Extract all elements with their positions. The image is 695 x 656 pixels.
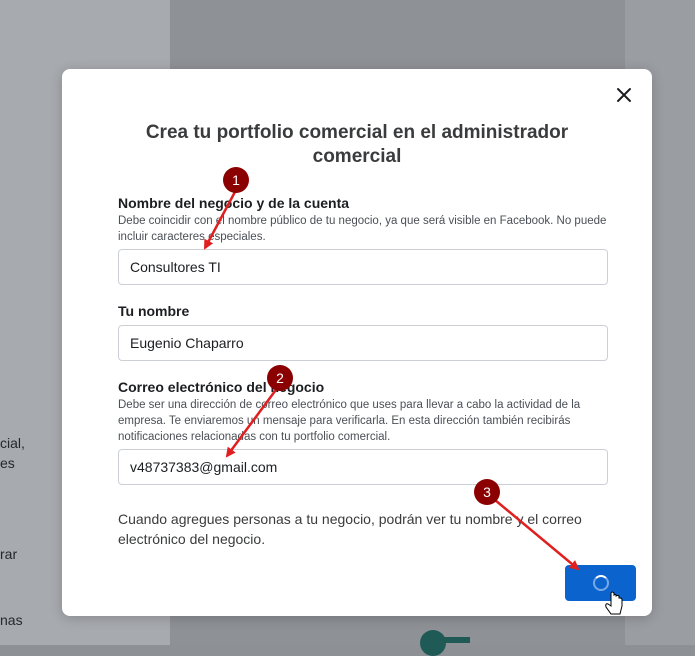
submit-button[interactable] — [565, 565, 636, 601]
email-input[interactable]: v48737383@gmail.com — [118, 449, 608, 485]
loading-spinner-icon — [593, 575, 609, 591]
business-name-help: Debe coincidir con el nombre público de … — [118, 215, 607, 243]
email-help: Debe ser una dirección de correo electró… — [118, 399, 581, 443]
business-name-input[interactable]: Consultores TI — [118, 249, 608, 285]
your-name-input[interactable]: Eugenio Chaparro — [118, 325, 608, 361]
background-text: nas — [0, 612, 23, 628]
background-text: rar — [0, 546, 18, 562]
background-text: cial, — [0, 435, 25, 451]
dialog-title: Crea tu portfolio comercial en el admini… — [145, 122, 569, 167]
close-button[interactable] — [614, 85, 634, 105]
close-icon — [617, 88, 631, 102]
background-text: es — [0, 455, 15, 471]
your-name-label: Tu nombre — [118, 303, 190, 319]
email-label: Correo electrónico del negocio — [118, 379, 325, 395]
business-name-label: Nombre del negocio y de la cuenta — [118, 195, 350, 211]
privacy-note: Cuando agregues personas a tu negocio, p… — [118, 511, 582, 547]
background-avatar — [420, 630, 446, 656]
background-shape — [440, 637, 470, 643]
create-portfolio-dialog: Crea tu portfolio comercial en el admini… — [62, 69, 652, 616]
